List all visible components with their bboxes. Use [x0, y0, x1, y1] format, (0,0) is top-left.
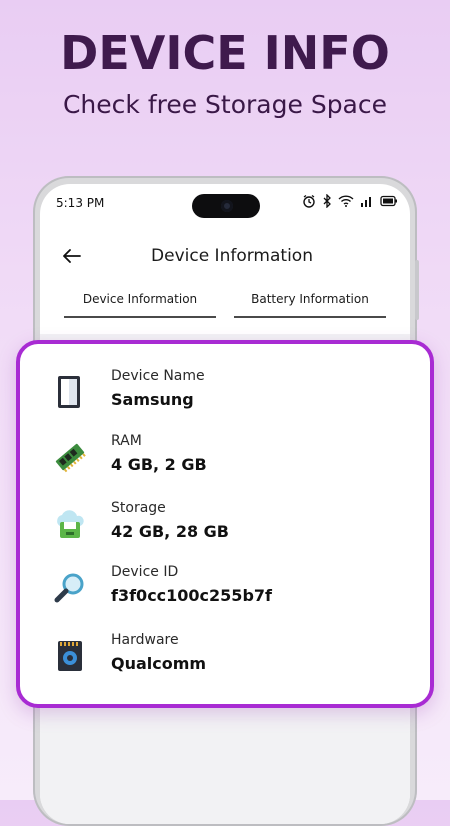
status-bar: 5:13 PM: [40, 184, 410, 224]
info-row-ram: RAM 4 GB, 2 GB: [20, 433, 430, 493]
wifi-icon: [338, 195, 354, 210]
info-label: Device ID: [111, 564, 179, 580]
promo-headline: DEVICE INFO: [60, 26, 390, 80]
device-info-card: Device Name Samsung RAM 4 GB, 2 GB Stora…: [16, 340, 434, 708]
cloud-storage-icon: [52, 506, 88, 542]
info-row-storage: Storage 42 GB, 28 GB: [20, 500, 430, 560]
info-row-device-name: Device Name Samsung: [20, 368, 430, 428]
battery-icon: [380, 195, 398, 210]
promo-subline: Check free Storage Space: [62, 90, 388, 119]
signal-icon: [360, 195, 374, 210]
status-icons: [302, 193, 398, 211]
info-value: Qualcomm: [111, 654, 207, 673]
info-value: Samsung: [111, 390, 194, 409]
info-label: Hardware: [111, 632, 179, 648]
status-time: 5:13 PM: [56, 196, 105, 210]
info-value: f3f0cc100c255b7f: [111, 586, 272, 605]
info-label: Storage: [111, 500, 166, 516]
ram-chip-icon: [52, 439, 88, 475]
info-row-hardware: Hardware Qualcomm: [20, 632, 430, 692]
info-row-device-id: Device ID f3f0cc100c255b7f: [20, 564, 430, 624]
magnifier-icon: [52, 570, 88, 606]
info-value: 42 GB, 28 GB: [111, 522, 229, 541]
alarm-icon: [302, 194, 316, 211]
camera-cutout: [192, 194, 260, 218]
camera-lens-icon: [221, 200, 233, 212]
info-label: RAM: [111, 433, 142, 449]
tab-battery-information[interactable]: Battery Information: [234, 284, 386, 318]
phone-side-button: [415, 260, 419, 320]
bluetooth-icon: [322, 193, 332, 211]
page-title: Device Information: [151, 246, 313, 266]
info-label: Device Name: [111, 368, 205, 384]
info-value: 4 GB, 2 GB: [111, 455, 207, 474]
phone-icon: [52, 374, 88, 410]
app-bar: Device Information: [40, 232, 410, 282]
processor-chip-icon: [52, 638, 88, 674]
tab-device-information[interactable]: Device Information: [64, 284, 216, 318]
